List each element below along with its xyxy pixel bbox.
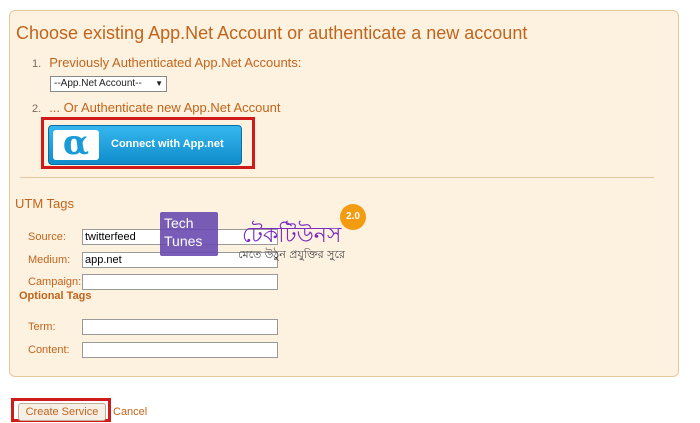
create-service-button[interactable]: Create Service [18,403,106,421]
medium-label: Medium: [28,254,71,266]
term-label: Term: [28,321,56,333]
optional-tags-heading: Optional Tags [19,290,92,302]
step-authenticate-new: 2. ... Or Authenticate new App.Net Accoun… [32,100,280,115]
campaign-input[interactable] [82,274,278,290]
step-previously-authenticated: 1. Previously Authenticated App.Net Accou… [32,55,301,70]
step-label: ... Or Authenticate new App.Net Account [49,100,281,115]
watermark-tagline: মেতে উঠুন প্রযুক্তির সুরে [238,248,345,261]
source-label: Source: [28,231,66,243]
watermark-version-badge: 2.0 [340,204,366,230]
panel-title: Choose existing App.Net Account or authe… [16,23,528,43]
cancel-link[interactable]: Cancel [113,406,147,418]
connect-app-net-button[interactable]: α Connect with App.net [48,125,242,165]
utm-tags-heading: UTM Tags [15,196,74,211]
step-label: Previously Authenticated App.Net Account… [49,55,302,70]
app-net-alpha-logo: α [53,126,99,160]
content-label: Content: [28,344,70,356]
campaign-label: Campaign: [28,276,82,288]
watermark-logo-box: Tech Tunes [160,212,218,256]
section-divider [20,177,654,178]
connect-button-label: Connect with App.net [111,138,224,150]
content-input[interactable] [82,342,278,358]
term-input[interactable] [82,319,278,335]
account-select[interactable]: --App.Net Account-- ▼ [50,76,167,92]
account-select-value: --App.Net Account-- [54,78,142,89]
dropdown-arrow-icon: ▼ [155,79,163,88]
step-number: 2. [32,103,42,115]
step-number: 1. [32,58,42,70]
